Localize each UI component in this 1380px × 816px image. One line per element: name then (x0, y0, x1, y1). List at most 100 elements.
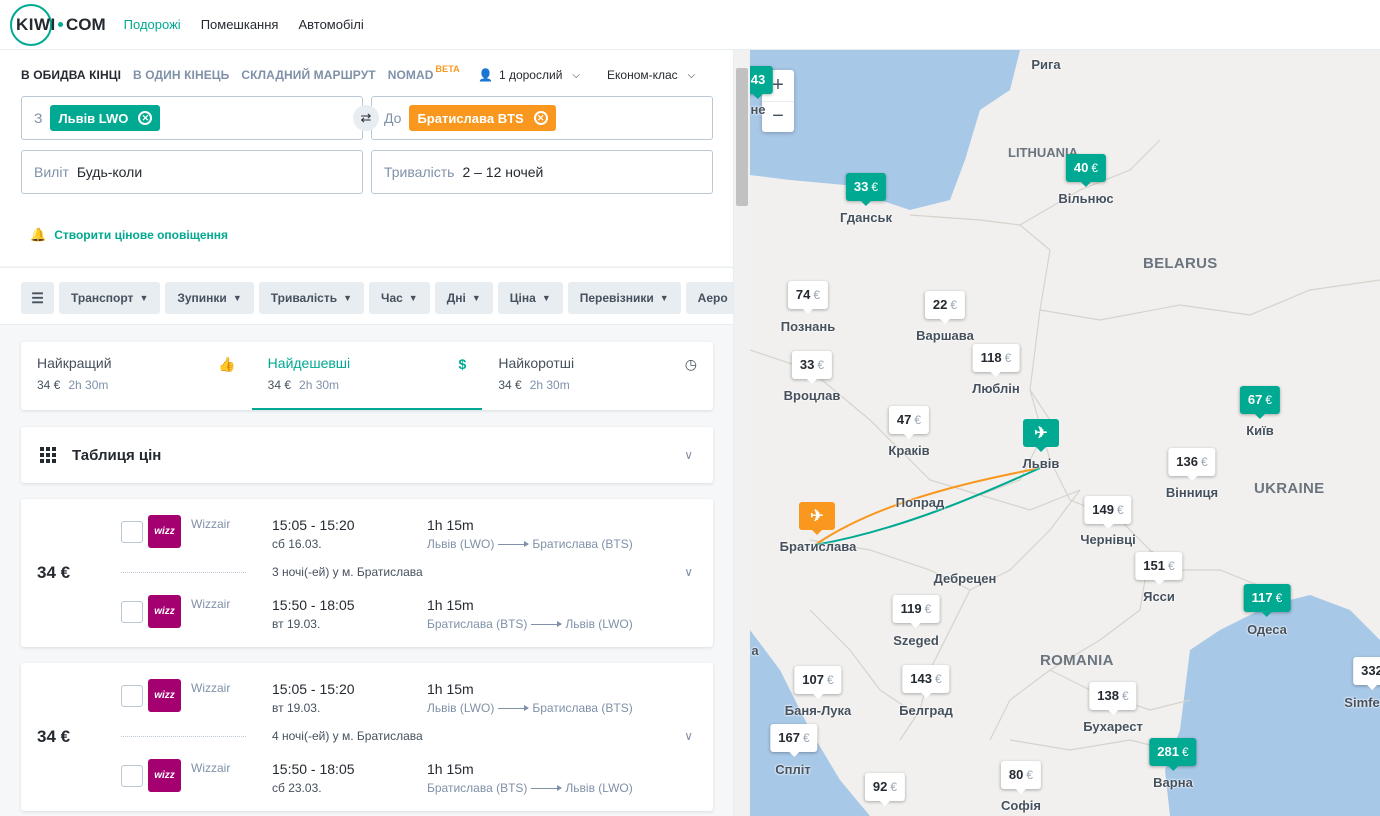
chevron-down-icon[interactable]: ∨ (684, 729, 693, 743)
price-pin-poznan[interactable]: 74 € (787, 281, 829, 314)
price-pin-szeged[interactable]: 119 € (892, 595, 940, 628)
filter-stops-label: Зупинки (177, 291, 227, 305)
tab-return[interactable]: В ОБИДВА КІНЦІ (21, 68, 121, 82)
tab-multi-city[interactable]: СКЛАДНИЙ МАРШРУТ (241, 68, 375, 82)
duration-field[interactable]: Тривалість 2 – 12 ночей (371, 150, 713, 194)
city-label-poznan: Познань (780, 319, 836, 334)
pin-price: 138 (1097, 688, 1120, 703)
pin-price: 47 (896, 412, 912, 427)
filter-carriers[interactable]: Перевізники ▼ (567, 282, 681, 314)
origin-tag[interactable]: Львів LWO ✕ (50, 105, 161, 131)
sort-cheapest[interactable]: Найдешевші 34 € 2h 30m $ (251, 342, 483, 410)
arrival-plane-icon[interactable]: ✈ (799, 502, 835, 535)
price-pin-gdansk[interactable]: 33 € (845, 173, 887, 206)
result-card[interactable]: 34 € wizz Wizzair 15:05 - 15:20 вт 19.03… (21, 663, 713, 811)
chevron-down-icon: ⌵ (687, 69, 696, 81)
nav-cars[interactable]: Автомобілі (298, 17, 363, 32)
pin-currency: € (827, 673, 834, 687)
swap-icon[interactable]: ⇄ (353, 105, 379, 131)
stay-info: 3 ночі(-ей) у м. Братислава (121, 565, 701, 579)
sort-best[interactable]: Найкращий 34 € 2h 30m 👍 (21, 342, 252, 410)
nav-travel[interactable]: Подорожі (124, 17, 181, 32)
filter-transport[interactable]: Транспорт ▼ (59, 282, 161, 314)
remove-destination-icon[interactable]: ✕ (533, 111, 548, 125)
price-pin-vinnytsia[interactable]: 136 € (1168, 448, 1216, 481)
tab-one-way[interactable]: В ОДИН КІНЕЦЬ (133, 68, 229, 82)
departure-plane-icon[interactable]: ✈ (1023, 419, 1059, 452)
price-pin-edge-left[interactable]: 43 (750, 66, 774, 99)
filter-airports[interactable]: Аеро (685, 282, 733, 314)
price-pin-vilnius[interactable]: 40 € (1065, 154, 1107, 187)
clock-icon: ◷ (684, 356, 698, 372)
price-alert-link[interactable]: 🔔 Створити цінове оповіщення (30, 227, 228, 243)
destination-field[interactable]: До Братислава BTS ✕ (371, 96, 713, 140)
leg-checkbox[interactable] (121, 685, 143, 707)
results-panel: В ОБИДВА КІНЦІ В ОДИН КІНЕЦЬ СКЛАДНИЙ МА… (0, 50, 733, 816)
price-pin-varna[interactable]: 281 € (1149, 738, 1197, 771)
sort-tabs: Найкращий 34 € 2h 30m 👍 Найдешевші 34 € 2h… (21, 342, 713, 410)
sort-fastest-title: Найкоротші (498, 355, 575, 371)
price-pin-edge-right[interactable]: 332 (1353, 657, 1380, 690)
filter-time[interactable]: Час ▼ (369, 282, 430, 314)
leg-checkbox[interactable] (121, 601, 143, 623)
nav-stays[interactable]: Помешкання (201, 17, 279, 32)
city-label-gdansk: Гданськ (840, 210, 892, 225)
city-label-bratislava: Братислава (779, 539, 857, 554)
price-pin-lublin[interactable]: 118 € (972, 344, 1020, 377)
leg-checkbox[interactable] (121, 765, 143, 787)
thumbs-up-icon: 👍 (218, 356, 236, 372)
result-card[interactable]: 34 € wizz Wizzair 15:05 - 15:20 сб 16.03… (21, 499, 713, 647)
price-pin-bucharest[interactable]: 138 € (1089, 682, 1137, 715)
price-pin-split[interactable]: 167 € (770, 724, 818, 757)
zoom-out-button[interactable]: − (762, 102, 794, 133)
filter-days[interactable]: Дні ▼ (434, 282, 493, 314)
chevron-down-icon: ▼ (659, 293, 669, 303)
price-pin-sofia[interactable]: 80 € (1000, 761, 1042, 794)
map-view[interactable]: + − LITHUANIA BELARUS UKRAINE ROMANIA Ри… (750, 50, 1380, 816)
sort-fastest[interactable]: Найкоротші 34 € 2h 30m ◷ (482, 342, 713, 410)
origin-field[interactable]: З Львів LWO ✕ (21, 96, 363, 140)
filter-stops[interactable]: Зупинки ▼ (165, 282, 254, 314)
remove-origin-icon[interactable]: ✕ (138, 111, 153, 125)
city-label-iasi: Ясси (1143, 589, 1175, 604)
filter-settings-icon[interactable]: ☰ (21, 282, 54, 314)
price-pin-iasi[interactable]: 151 € (1135, 552, 1183, 585)
sort-best-title: Найкращий (37, 355, 112, 371)
kiwi-logo[interactable]: KIWI COM (10, 3, 106, 46)
price-pin-warsaw[interactable]: 22 € (924, 291, 966, 324)
price-pin-krakow[interactable]: 47 € (888, 406, 930, 439)
panel-scrollbar[interactable] (733, 50, 750, 816)
price-pin-kyiv[interactable]: 67 € (1239, 386, 1281, 419)
chevron-down-icon[interactable]: ∨ (684, 565, 693, 579)
leg-checkbox[interactable] (121, 521, 143, 543)
scrollbar-thumb[interactable] (736, 68, 748, 206)
main-nav: Подорожі Помешкання Автомобілі (124, 17, 364, 32)
filter-time-label: Час (381, 291, 403, 305)
departure-field[interactable]: Виліт Будь-коли (21, 150, 363, 194)
tab-nomad[interactable]: NOMAD BETA (387, 64, 460, 82)
price-table-toggle[interactable]: Таблиця цін ∨ (21, 427, 713, 483)
filter-duration[interactable]: Тривалість ▼ (258, 282, 365, 314)
pin-currency: € (1122, 689, 1129, 703)
price-pin-chernivtsi[interactable]: 149 € (1084, 496, 1132, 529)
pin-price: 117 (1251, 590, 1273, 605)
leg-time: 15:05 - 15:20 (272, 681, 355, 697)
passengers-select[interactable]: 👤 1 дорослий ⌵ (478, 68, 580, 82)
destination-tag[interactable]: Братислава BTS ✕ (409, 105, 556, 131)
cabin-class-select[interactable]: Економ-клас ⌵ (607, 68, 695, 82)
city-label-simferopol: Simfe (1344, 695, 1380, 710)
price-pin-banja-luka[interactable]: 107 € (794, 666, 842, 699)
origin-tag-text: Львів LWO (58, 110, 129, 126)
price-pin-wroclaw[interactable]: 33 € (791, 351, 833, 384)
pin-price: 92 (872, 779, 888, 794)
price-pin-odesa[interactable]: 117 € (1243, 584, 1291, 617)
pin-currency: € (1117, 503, 1124, 517)
price-pin-bottom[interactable]: 92 € (864, 773, 906, 806)
pin-currency: € (1091, 161, 1099, 175)
departure-label: Виліт (34, 164, 69, 180)
price-pin-belgrade[interactable]: 143 € (902, 665, 950, 698)
top-header: KIWI COM Подорожі Помешкання Автомобілі (0, 0, 1380, 50)
filter-price[interactable]: Ціна ▼ (497, 282, 563, 314)
nomad-label: NOMAD (387, 68, 434, 82)
adriatic-sea (750, 630, 870, 816)
